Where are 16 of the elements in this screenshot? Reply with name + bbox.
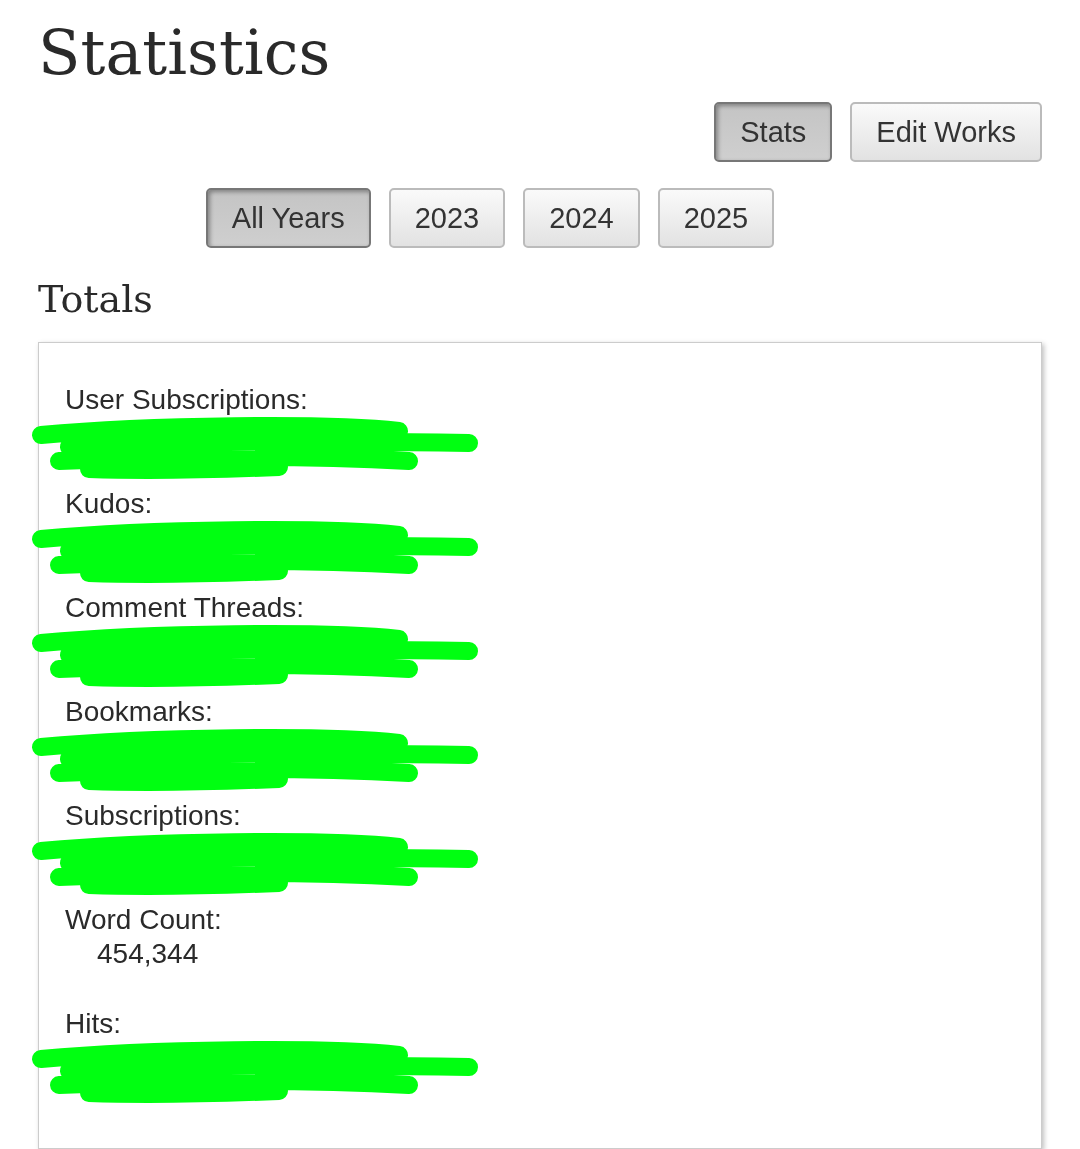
section-title: Totals — [38, 276, 154, 323]
year-tab[interactable]: 2024 — [523, 188, 640, 248]
stat-label: Subscriptions: — [65, 799, 241, 833]
page-title: Statistics — [38, 15, 332, 91]
view-tab[interactable]: Edit Works — [850, 102, 1042, 162]
stat-label: Bookmarks: — [65, 695, 213, 729]
stat-value: 454,344 — [97, 937, 199, 971]
year-tab[interactable]: 2023 — [388, 188, 506, 248]
year-tab[interactable]: 2025 — [657, 188, 775, 248]
stat-label: Word Count: — [65, 903, 222, 937]
stat-label: User Subscriptions: — [65, 383, 308, 417]
year-tab[interactable]: All Years — [205, 188, 371, 248]
stat-label: Hits: — [65, 1007, 121, 1041]
view-tab[interactable]: Stats — [714, 102, 833, 162]
stat-label: Comment Threads: — [65, 591, 305, 625]
stat-label: Kudos: — [65, 487, 153, 521]
